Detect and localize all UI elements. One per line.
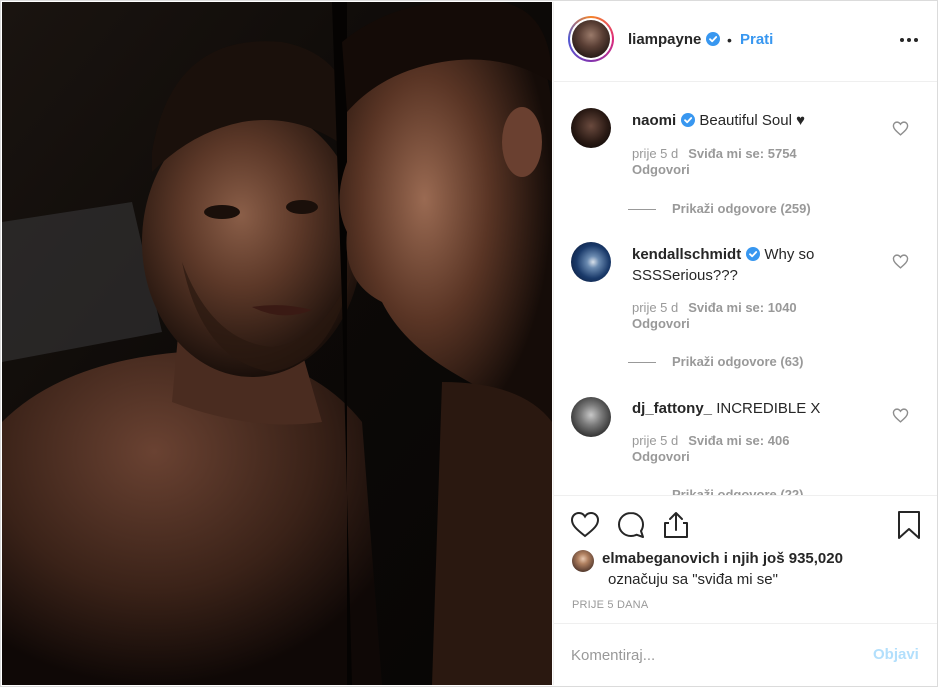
comment-body: Beautiful Soul ♥ <box>699 112 805 129</box>
comment-composer: Objavi <box>554 623 937 685</box>
commenter-username[interactable]: naomi <box>632 112 676 129</box>
liked-by-suffix: označuju sa "sviđa mi se" <box>608 571 778 588</box>
post-time-ago[interactable]: PRIJE 5 DANA <box>572 599 648 611</box>
post-comment-button[interactable]: Objavi <box>873 646 919 663</box>
comment-text-block: kendallschmidt Why so SSSSerious??? <box>632 244 842 286</box>
comment-input[interactable] <box>571 643 841 667</box>
comment-time[interactable]: prije 5 d <box>632 433 678 448</box>
commenter-avatar[interactable] <box>571 397 611 437</box>
view-replies-button[interactable]: Prikaži odgovore (63) <box>628 354 803 369</box>
reply-button[interactable]: Odgovori <box>632 449 690 464</box>
comment-like-heart-icon[interactable] <box>892 120 909 137</box>
verified-badge-icon <box>706 32 721 46</box>
comment-time[interactable]: prije 5 d <box>632 146 678 161</box>
comment-like-count[interactable]: Sviđa mi se: 1040 <box>688 300 796 315</box>
commenter-avatar[interactable] <box>571 242 611 282</box>
liked-by-text: elmabeganovich i njih još 935,020 <box>602 548 843 569</box>
comment-meta: prije 5 d Sviđa mi se: 5754 <box>632 146 797 162</box>
reply-button[interactable]: Odgovori <box>632 316 690 331</box>
post-sidebar: liampayne • Prati naomi Beautiful Soul ♥… <box>553 2 937 685</box>
commenter-username[interactable]: kendallschmidt <box>632 246 741 263</box>
comment-body: INCREDIBLE X <box>716 400 821 417</box>
like-heart-icon[interactable] <box>570 510 600 540</box>
reply-button[interactable]: Odgovori <box>632 162 690 177</box>
commenter-avatar[interactable] <box>571 108 611 148</box>
post-header: liampayne • Prati <box>554 2 937 82</box>
comment-bubble-icon[interactable] <box>616 510 646 540</box>
comment-like-count[interactable]: Sviđa mi se: 5754 <box>688 146 796 161</box>
comments-list[interactable]: naomi Beautiful Soul ♥ prije 5 d Sviđa mi… <box>554 83 937 495</box>
post-image <box>2 2 552 685</box>
comment-time[interactable]: prije 5 d <box>632 300 678 315</box>
view-replies-line <box>628 209 656 211</box>
header-separator: • <box>727 32 732 48</box>
follow-button[interactable]: Prati <box>740 31 773 48</box>
post-photo[interactable] <box>2 2 552 685</box>
view-replies-button[interactable]: Prikaži odgovore (22) <box>628 487 803 495</box>
verified-badge-icon <box>681 113 696 127</box>
commenter-username[interactable]: dj_fattony_ <box>632 400 712 417</box>
view-replies-button[interactable]: Prikaži odgovore (259) <box>628 201 811 216</box>
author-avatar[interactable] <box>568 16 614 62</box>
comment-meta: prije 5 d Sviđa mi se: 1040 <box>632 300 797 316</box>
liked-by-username[interactable]: elmabeganovich <box>602 550 720 567</box>
view-replies-line <box>628 362 656 364</box>
comment-text-block: dj_fattony_ INCREDIBLE X <box>632 398 872 419</box>
comment-text-block: naomi Beautiful Soul ♥ <box>632 110 872 131</box>
post-actions: elmabeganovich i njih još 935,020 označu… <box>554 495 937 625</box>
save-bookmark-icon[interactable] <box>894 510 924 540</box>
comment-like-heart-icon[interactable] <box>892 407 909 424</box>
liked-by-others[interactable]: i njih još 935,020 <box>724 550 843 567</box>
liked-by-avatar[interactable] <box>572 550 594 572</box>
comment-meta: prije 5 d Sviđa mi se: 406 <box>632 433 789 449</box>
more-options-icon[interactable] <box>897 28 921 52</box>
comment-like-count[interactable]: Sviđa mi se: 406 <box>688 433 789 448</box>
author-username[interactable]: liampayne <box>628 31 721 48</box>
share-icon[interactable] <box>661 510 691 540</box>
verified-badge-icon <box>746 247 761 261</box>
comment-like-heart-icon[interactable] <box>892 253 909 270</box>
